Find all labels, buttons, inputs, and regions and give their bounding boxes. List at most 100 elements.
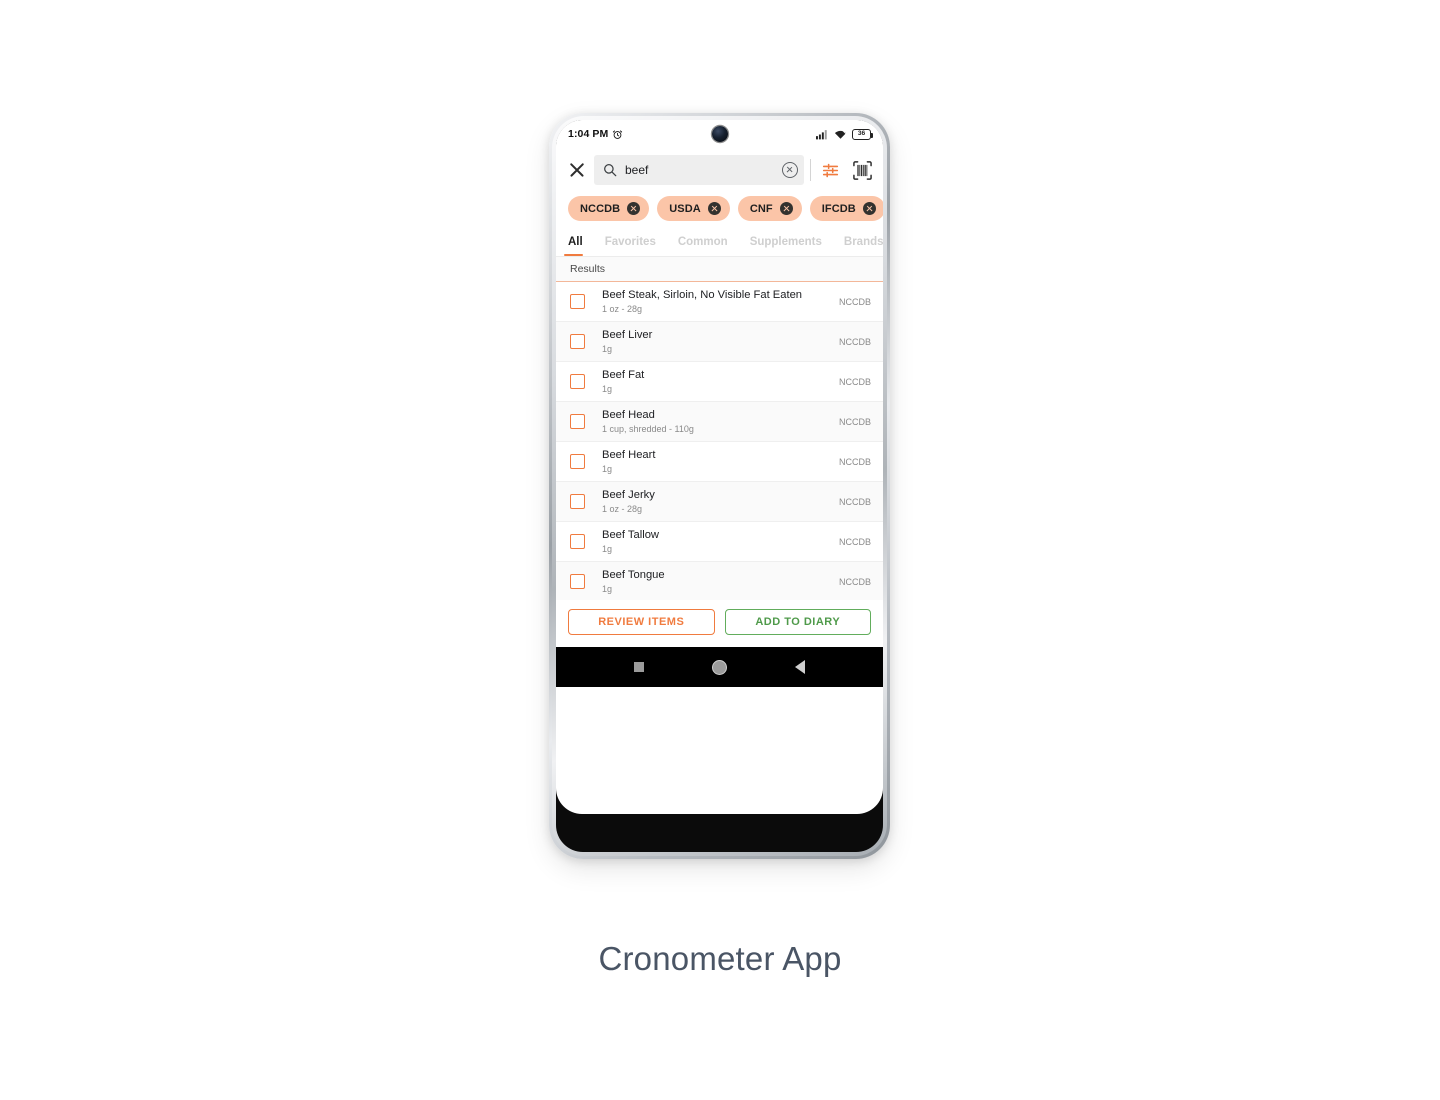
- food-source: NCCDB: [838, 336, 871, 347]
- row-content: Beef Fat 1g: [602, 369, 829, 394]
- chip-remove-icon[interactable]: [627, 202, 641, 215]
- row-content: Beef Jerky 1 oz - 28g: [602, 489, 829, 514]
- food-title: Beef Jerky: [602, 488, 655, 501]
- battery-icon: 36: [852, 128, 874, 140]
- search-results-list[interactable]: Beef Steak, Sirloin, No Visible Fat Eate…: [556, 282, 883, 600]
- filter-chip-ifcdb[interactable]: IFCDB: [809, 196, 883, 221]
- row-content: Beef Head 1 cup, shredded - 110g: [602, 409, 829, 434]
- table-row[interactable]: Beef Fat 1g NCCDB: [556, 362, 883, 402]
- food-serving: 1 cup, shredded - 110g: [602, 423, 694, 434]
- battery-level: 36: [857, 129, 866, 137]
- tab-label: Favorites: [604, 236, 656, 248]
- food-source: NCCDB: [838, 576, 871, 587]
- filter-sliders-icon: [822, 163, 838, 177]
- cellular-signal-icon: [816, 129, 827, 139]
- food-serving: 1 oz - 28g: [602, 303, 643, 314]
- food-title: Beef Tallow: [602, 528, 660, 541]
- row-checkbox[interactable]: [570, 574, 585, 589]
- filter-chip-label: CNF: [749, 202, 773, 215]
- review-items-button[interactable]: REVIEW ITEMS: [568, 609, 715, 635]
- phone-screen: 1:04 PM 36 beef NCCDB USDA CNF IFCDB All…: [556, 120, 883, 814]
- row-content: Beef Steak, Sirloin, No Visible Fat Eate…: [602, 289, 829, 314]
- chip-remove-icon[interactable]: [862, 202, 876, 215]
- row-checkbox[interactable]: [570, 414, 585, 429]
- table-row[interactable]: Beef Tallow 1g NCCDB: [556, 522, 883, 562]
- results-section-header: Results: [556, 257, 883, 282]
- food-source: NCCDB: [838, 456, 871, 467]
- category-tabs: All Favorites Common Supplements Brands: [556, 227, 883, 257]
- page-caption: Cronometer App: [598, 940, 842, 977]
- search-input-container[interactable]: beef: [594, 155, 804, 185]
- status-bar-left: 1:04 PM: [568, 128, 623, 140]
- front-camera-punch-hole: [711, 126, 728, 142]
- table-row[interactable]: Beef Heart 1g NCCDB: [556, 442, 883, 482]
- tab-all[interactable]: All: [564, 236, 594, 256]
- chip-remove-icon[interactable]: [707, 202, 721, 215]
- filter-settings-button[interactable]: [817, 157, 843, 183]
- row-content: Beef Tallow 1g: [602, 529, 829, 554]
- filter-chip-label: USDA: [669, 202, 701, 215]
- search-toolbar-divider: [810, 159, 811, 181]
- food-source: NCCDB: [838, 536, 871, 547]
- scan-barcode-button[interactable]: [849, 157, 875, 183]
- add-to-diary-button[interactable]: ADD TO DIARY: [724, 609, 871, 635]
- close-search-button[interactable]: [566, 159, 588, 181]
- food-title: Beef Fat: [602, 368, 645, 381]
- tab-label: Common: [677, 236, 728, 248]
- row-content: Beef Liver 1g: [602, 329, 829, 354]
- barcode-scanner-icon: [852, 160, 872, 180]
- food-serving: 1g: [602, 543, 613, 554]
- tab-label: Brands: [843, 236, 883, 248]
- table-row[interactable]: Beef Jerky 1 oz - 28g NCCDB: [556, 482, 883, 522]
- table-row[interactable]: Beef Tongue 1g NCCDB: [556, 562, 883, 600]
- food-source: NCCDB: [838, 376, 871, 387]
- table-row[interactable]: Beef Head 1 cup, shredded - 110g NCCDB: [556, 402, 883, 442]
- filter-chip-label: IFCDB: [821, 202, 856, 215]
- row-content: Beef Heart 1g: [602, 449, 829, 474]
- action-bar: REVIEW ITEMS ADD TO DIARY: [556, 600, 883, 647]
- row-checkbox[interactable]: [570, 294, 585, 309]
- search-bar: beef: [556, 148, 883, 192]
- search-input[interactable]: beef: [625, 163, 774, 177]
- food-title: Beef Heart: [602, 448, 656, 461]
- food-serving: 1g: [602, 383, 613, 394]
- tab-supplements[interactable]: Supplements: [750, 236, 833, 256]
- row-checkbox[interactable]: [570, 334, 585, 349]
- status-bar-right: 36: [816, 128, 874, 140]
- food-title: Beef Steak, Sirloin, No Visible Fat Eate…: [602, 288, 803, 301]
- status-bar: 1:04 PM 36: [556, 120, 883, 148]
- tab-brands[interactable]: Brands: [844, 236, 883, 256]
- tab-common[interactable]: Common: [678, 236, 739, 256]
- table-row[interactable]: Beef Liver 1g NCCDB: [556, 322, 883, 362]
- filter-chip-usda[interactable]: USDA: [657, 196, 730, 221]
- food-serving: 1g: [602, 463, 613, 474]
- chip-remove-icon[interactable]: [779, 202, 793, 215]
- recents-square-icon[interactable]: [634, 662, 644, 672]
- status-time: 1:04 PM: [568, 128, 609, 140]
- filter-chips-row: NCCDB USDA CNF IFCDB: [556, 192, 883, 227]
- row-checkbox[interactable]: [570, 494, 585, 509]
- android-navigation-bar: [556, 647, 883, 687]
- wifi-icon: [834, 129, 847, 139]
- search-icon: [604, 164, 617, 177]
- table-row[interactable]: Beef Steak, Sirloin, No Visible Fat Eate…: [556, 282, 883, 322]
- row-checkbox[interactable]: [570, 374, 585, 389]
- tab-favorites[interactable]: Favorites: [605, 236, 667, 256]
- home-circle-icon[interactable]: [712, 659, 727, 675]
- phone-device-frame: 1:04 PM 36 beef NCCDB USDA CNF IFCDB All…: [549, 113, 890, 859]
- food-serving: 1g: [602, 343, 613, 354]
- row-checkbox[interactable]: [570, 454, 585, 469]
- tab-label: Supplements: [749, 236, 822, 248]
- food-serving: 1 oz - 28g: [602, 503, 643, 514]
- food-title: Beef Tongue: [602, 568, 665, 581]
- food-title: Beef Liver: [602, 328, 653, 341]
- food-source: NCCDB: [838, 296, 871, 307]
- row-checkbox[interactable]: [570, 534, 585, 549]
- back-triangle-icon[interactable]: [795, 660, 805, 674]
- alarm-icon: [613, 129, 623, 139]
- filter-chip-nccdb[interactable]: NCCDB: [568, 196, 650, 221]
- filter-chip-cnf[interactable]: CNF: [737, 196, 802, 221]
- row-content: Beef Tongue 1g: [602, 569, 829, 594]
- clear-search-button[interactable]: [782, 162, 798, 178]
- food-source: NCCDB: [838, 496, 871, 507]
